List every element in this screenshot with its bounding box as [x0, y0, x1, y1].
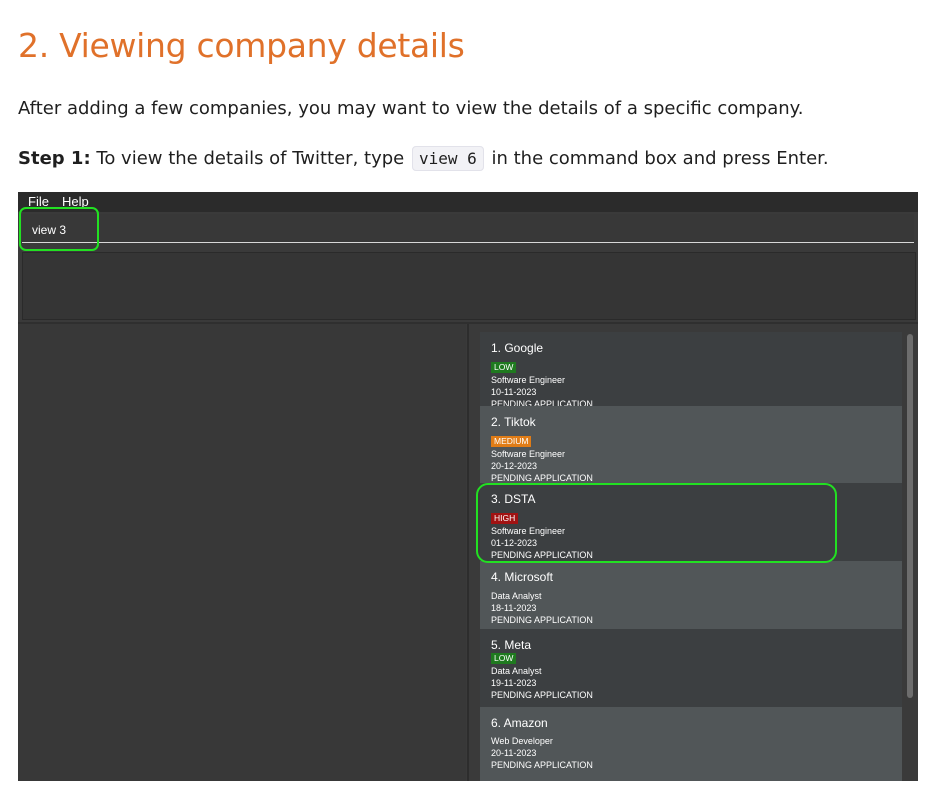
company-name: 4. Microsoft [491, 570, 554, 584]
company-name: 5. Meta [491, 638, 532, 652]
company-status: PENDING APPLICATION [491, 615, 593, 625]
command-box[interactable]: view 3 [22, 214, 914, 243]
company-card-4[interactable]: 4. Microsoft Data Analyst 18-11-2023 PEN… [480, 561, 902, 629]
company-date: 10-11-2023 [491, 387, 537, 397]
scrollbar-thumb[interactable] [907, 334, 913, 698]
company-name: 1. Google [491, 341, 544, 355]
company-role: Web Developer [491, 736, 553, 746]
company-name: 6. Amazon [491, 716, 548, 730]
command-highlight [19, 207, 99, 251]
company-card-2[interactable]: 2. Tiktok MEDIUM Software Engineer 20-12… [480, 406, 902, 483]
split-pane-divider[interactable] [467, 324, 469, 781]
list-scrollbar[interactable] [906, 328, 914, 778]
details-panel [18, 324, 466, 781]
company-card-1[interactable]: 1. Google LOW Software Engineer 10-11-20… [480, 332, 902, 409]
step-paragraph: Step 1: To view the details of Twitter, … [18, 146, 829, 172]
inline-command-code: view 6 [411, 146, 484, 171]
company-status: PENDING APPLICATION [491, 690, 593, 700]
priority-badge: LOW [491, 653, 517, 664]
company-date: 18-11-2023 [491, 603, 537, 613]
company-date: 19-11-2023 [491, 678, 537, 688]
company-date: 20-11-2023 [491, 748, 537, 758]
app-screenshot: File Help view 3 1. Google LOW Software … [18, 192, 918, 781]
selected-card-highlight [476, 483, 837, 563]
company-role: Software Engineer [491, 375, 566, 385]
intro-paragraph: After adding a few companies, you may wa… [18, 98, 804, 119]
priority-badge: MEDIUM [491, 436, 532, 447]
priority-badge: LOW [491, 362, 517, 373]
company-card-5[interactable]: 5. Meta LOW Data Analyst 19-11-2023 PEND… [480, 629, 902, 707]
company-role: Data Analyst [491, 591, 542, 601]
step-text-after: in the command box and press Enter. [485, 148, 829, 169]
company-date: 20-12-2023 [491, 461, 538, 471]
page-title: 2. Viewing company details [18, 26, 465, 65]
company-status: PENDING APPLICATION [491, 760, 593, 770]
company-card-6[interactable]: 6. Amazon Web Developer 20-11-2023 PENDI… [480, 707, 902, 781]
company-role: Data Analyst [491, 666, 542, 676]
result-display [22, 252, 916, 320]
menu-bar: File Help [18, 192, 918, 212]
company-name: 2. Tiktok [491, 415, 536, 429]
step-label: Step 1: [18, 148, 91, 169]
company-role: Software Engineer [491, 449, 566, 459]
step-text-before: To view the details of Twitter, type [90, 148, 410, 169]
